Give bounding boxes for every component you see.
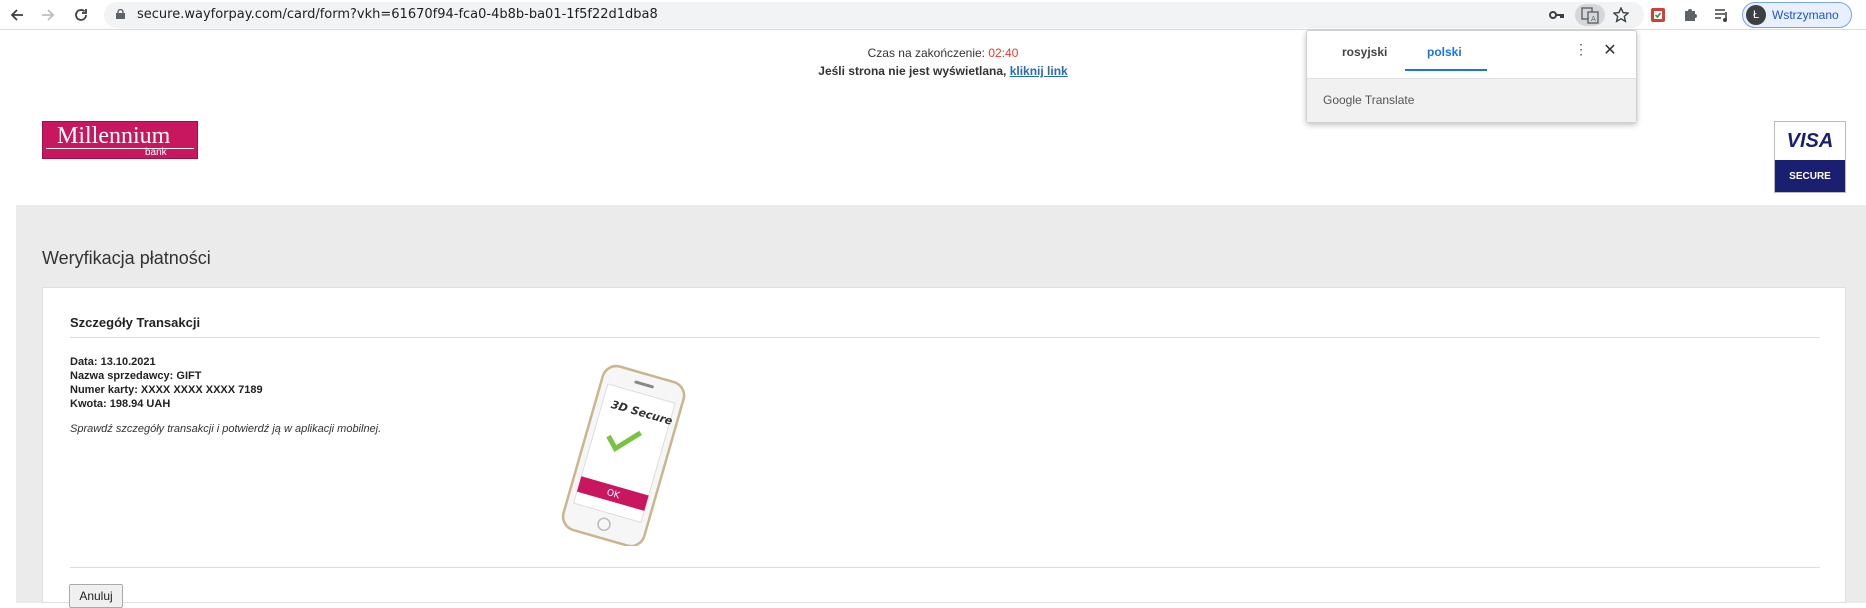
notice-text: Jeśli strona nie jest wyświetlana, <box>818 64 1007 78</box>
page-title: Weryfikacja płatności <box>42 248 211 268</box>
reload-icon[interactable] <box>69 3 93 27</box>
bank-name: Millennium <box>57 123 171 149</box>
detail-value: GIFT <box>176 370 202 382</box>
url-text: secure.wayforpay.com/card/form?vkh=61670… <box>137 7 658 22</box>
address-bar[interactable]: secure.wayforpay.com/card/form?vkh=61670… <box>104 2 1644 28</box>
timer-value: 02:40 <box>988 46 1019 60</box>
detail-label: Kwota: <box>70 398 107 410</box>
translate-footer: Google Translate <box>1307 78 1636 122</box>
detail-card: Numer karty: XXXX XXXX XXXX 7189 <box>70 383 263 397</box>
bank-sub: bank <box>145 147 167 158</box>
detail-value: 13.10.2021 <box>100 356 156 368</box>
detail-label: Nazwa sprzedawcy: <box>70 370 174 382</box>
active-tab-indicator <box>1405 69 1487 71</box>
visa-sub: SECURE <box>1775 160 1845 192</box>
millennium-bank-logo: Millennium bank <box>42 121 198 159</box>
media-playlist-icon[interactable] <box>1712 5 1732 25</box>
tab-target-language[interactable]: polski <box>1427 45 1462 59</box>
translate-popup: rosyjski polski ⋮ ✕ Google Translate <box>1306 30 1637 123</box>
google-translate-brand: Google Translate <box>1323 93 1415 107</box>
detail-date: Data: 13.10.2021 <box>70 355 263 369</box>
visa-name: VISA <box>1786 129 1834 152</box>
logo-line <box>46 148 194 149</box>
key-icon[interactable] <box>1548 6 1566 24</box>
svg-text:A: A <box>1591 15 1596 23</box>
divider <box>70 337 1820 338</box>
detail-amount: Kwota: 198.94 UAH <box>70 397 263 411</box>
tab-source-language[interactable]: rosyjski <box>1342 45 1387 59</box>
detail-label: Numer karty: <box>70 384 138 396</box>
visa-secure-logo: VISA SECURE <box>1774 121 1846 193</box>
transaction-details: Data: 13.10.2021 Nazwa sprzedawcy: GIFT … <box>70 355 263 411</box>
phone-3d-secure-illustration: 3D Secure OK <box>561 364 686 546</box>
extension-shield-icon[interactable] <box>1648 5 1668 25</box>
browser-toolbar: secure.wayforpay.com/card/form?vkh=61670… <box>0 0 1866 30</box>
cancel-button[interactable]: Anuluj <box>69 584 123 608</box>
detail-label: Data: <box>70 356 98 368</box>
close-icon[interactable]: ✕ <box>1601 40 1619 60</box>
translate-icon[interactable]: A <box>1575 4 1605 26</box>
profile-status: Wstrzymano <box>1772 8 1839 22</box>
detail-merchant: Nazwa sprzedawcy: GIFT <box>70 369 263 383</box>
timer-label: Czas na zakończenie: <box>867 46 986 60</box>
profile-button[interactable]: Ł Wstrzymano <box>1742 2 1852 28</box>
avatar: Ł <box>1746 5 1766 25</box>
more-options-icon[interactable]: ⋮ <box>1573 41 1589 61</box>
lock-icon <box>116 9 125 19</box>
back-arrow-icon[interactable] <box>5 3 29 27</box>
detail-value: 198.94 UAH <box>109 398 171 410</box>
divider <box>70 567 1820 568</box>
notice-link[interactable]: kliknij link <box>1010 64 1068 78</box>
transaction-panel <box>42 287 1846 603</box>
detail-value: XXXX XXXX XXXX 7189 <box>140 384 263 396</box>
forward-arrow-icon[interactable] <box>36 3 60 27</box>
panel-title: Szczegóły Transakcji <box>70 315 201 330</box>
extensions-puzzle-icon[interactable] <box>1680 5 1700 25</box>
star-bookmark-icon[interactable] <box>1612 6 1630 24</box>
instruction-text: Sprawdź szczegóły transakcji i potwierdź… <box>70 423 382 435</box>
